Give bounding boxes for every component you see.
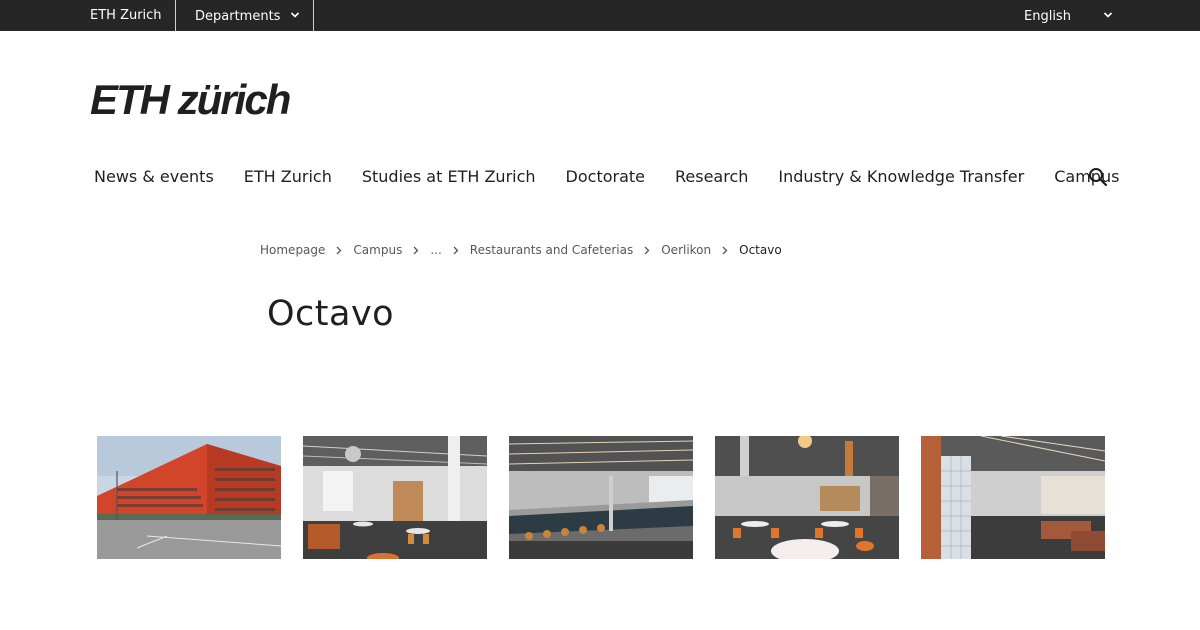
top-bar: ETH Zurich Departments English [0,0,1200,31]
nav-item-studies[interactable]: Studies at ETH Zurich [362,160,536,194]
chevron-right-icon [442,240,470,260]
image-gallery [97,436,1105,559]
language-label: English [1024,9,1071,24]
chevron-right-icon [325,240,353,260]
eth-zurich-home-link[interactable]: ETH Zurich [90,0,162,31]
nav-item-news-events[interactable]: News & events [94,160,214,194]
departments-label: Departments [195,9,281,24]
nav-item-research[interactable]: Research [675,160,748,194]
breadcrumb-restaurants[interactable]: Restaurants and Cafeterias [470,243,633,257]
breadcrumb: Homepage Campus ... Restaurants and Cafe… [260,240,782,260]
gallery-image-dining-area[interactable] [715,436,899,559]
main-navigation: News & events ETH Zurich Studies at ETH … [94,160,1149,194]
breadcrumb-ellipsis[interactable]: ... [430,243,441,257]
chevron-down-icon [1103,12,1113,18]
chevron-right-icon [402,240,430,260]
nav-item-industry[interactable]: Industry & Knowledge Transfer [778,160,1024,194]
nav-item-doctorate[interactable]: Doctorate [566,160,645,194]
gallery-image-interior-1[interactable] [303,436,487,559]
search-icon [1089,168,1108,187]
chevron-down-icon [290,12,300,18]
breadcrumb-campus[interactable]: Campus [353,243,402,257]
search-button[interactable] [1086,165,1110,189]
gallery-image-lounge[interactable] [921,436,1105,559]
eth-zurich-logo[interactable]: ETH zürich [90,72,300,123]
logo-text: ETH zürich [90,76,290,122]
language-selector[interactable]: English [1023,0,1115,31]
nav-item-eth-zurich[interactable]: ETH Zurich [244,160,332,194]
chevron-right-icon [633,240,661,260]
page-title: Octavo [267,294,395,334]
departments-dropdown[interactable]: Departments [175,0,314,31]
gallery-image-bar-counter[interactable] [509,436,693,559]
breadcrumb-oerlikon[interactable]: Oerlikon [661,243,711,257]
breadcrumb-homepage[interactable]: Homepage [260,243,325,257]
breadcrumb-current-octavo: Octavo [739,243,782,257]
chevron-right-icon [711,240,739,260]
gallery-image-exterior[interactable] [97,436,281,559]
